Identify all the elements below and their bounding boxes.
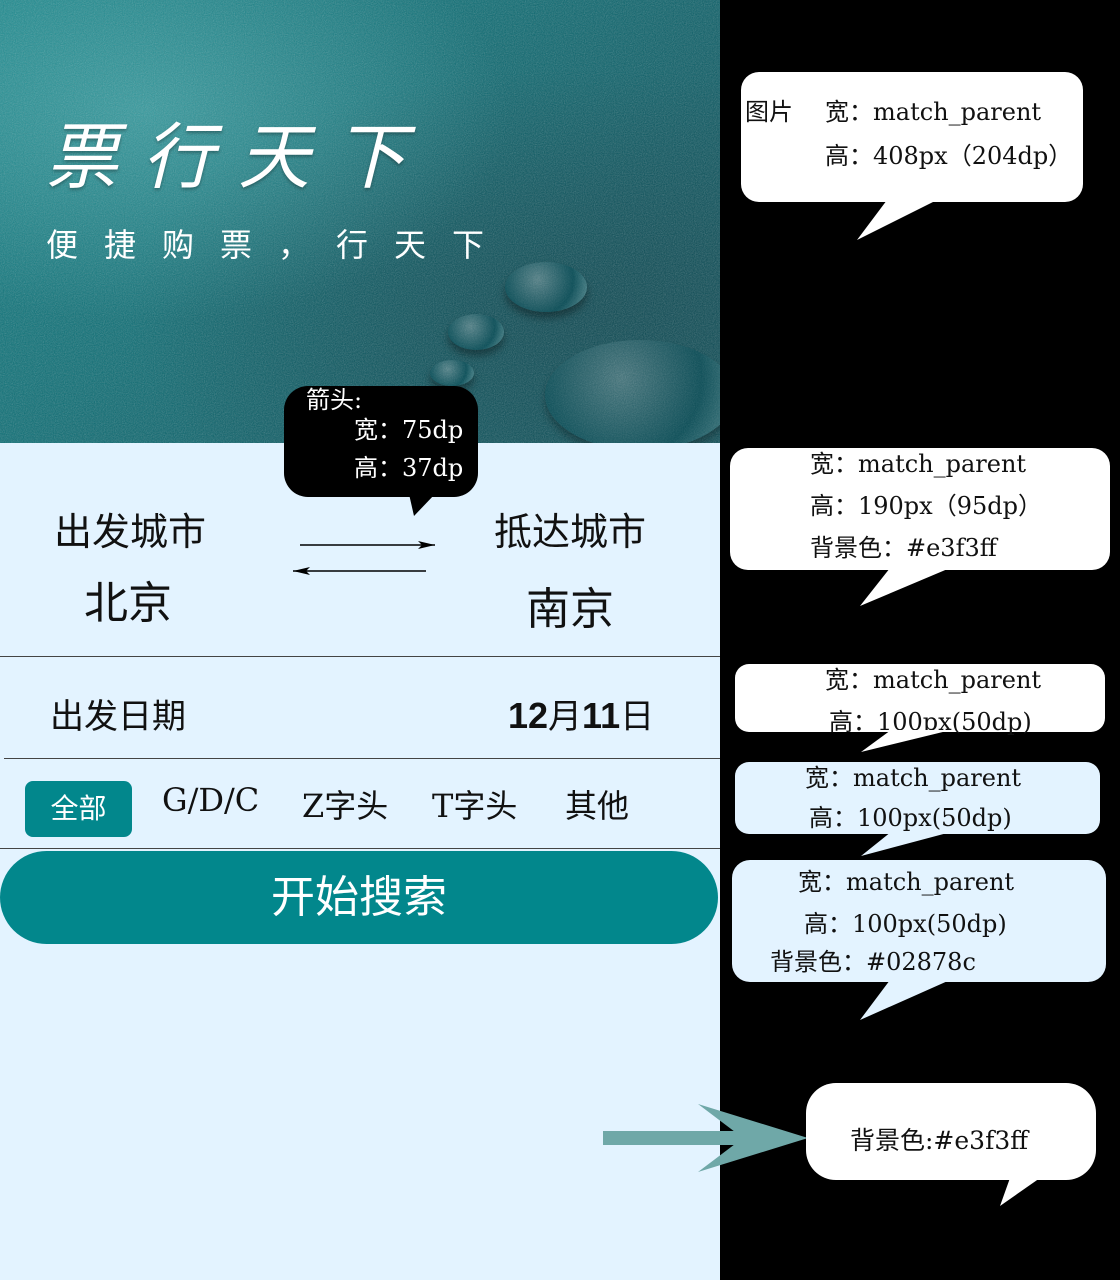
app-screen: 票行天下 便捷购票，行天下 出发城市 北京 抵达城市 南京 出发日期 12月11… [0,0,720,1280]
annotation-image-width: 宽：match_parent [825,98,1042,126]
annotation-image-title: 图片 [745,98,793,126]
departure-date-value[interactable]: 12月11日 [508,689,654,738]
arrival-city-label: 抵达城市 [494,510,647,554]
date-row[interactable]: 出发日期 12月11日 [0,657,720,757]
annotation-filter-block-size: 宽：match_parent 高：100px(50dp) [735,762,1100,856]
annotation-city-block-size: 宽：match_parent 高：190px（95dp） 背景色：#e3f3ff [730,448,1110,606]
annotation-button-bg: 背景色：#02878c [770,948,976,976]
filter-chip-z[interactable]: Z字头 [302,781,388,827]
bubble-tail [860,568,950,606]
annotation-city-width: 宽：match_parent [810,450,1027,478]
annotation-arrow-width: 宽：75dp [354,416,464,444]
water-drop [448,314,504,350]
annotation-date-width: 宽：match_parent [825,666,1042,694]
filter-chip-gdc[interactable]: G/D/C [162,781,259,819]
date-day-unit: 日 [620,697,655,737]
bubble-tail [860,980,950,1020]
annotation-button-block-size: 宽：match_parent 高：100px(50dp) 背景色：#02878c [732,860,1106,1020]
annotation-image-size: 图片 宽：match_parent 高：408px（204dp） [741,72,1083,240]
annotation-page-bg: 背景色:#e3f3ff [806,1083,1096,1206]
bubble-tail [861,832,951,856]
annotation-city-bg: 背景色：#e3f3ff [810,534,997,562]
annotation-city-height: 高：190px（95dp） [810,492,1042,520]
filter-chip-t[interactable]: T字头 [432,781,517,827]
date-day: 11 [582,695,621,736]
departure-date-label: 出发日期 [50,697,186,737]
annotation-arrow-height: 高：37dp [354,454,464,482]
departure-city[interactable]: 北京 [84,567,172,631]
hero-banner-image: 票行天下 便捷购票，行天下 [0,0,720,443]
bubble-tail [857,200,937,240]
date-month-unit: 月 [548,697,583,737]
water-drop [505,262,587,312]
annotation-button-height: 高：100px(50dp) [804,910,1007,938]
water-drop [430,360,474,386]
bubble-tail [1000,1178,1040,1206]
annotation-page-bg-text: 背景色:#e3f3ff [850,1126,1028,1155]
annotation-filter-width: 宽：match_parent [805,764,1022,792]
pointer-arrow-icon [603,1104,808,1172]
arrival-city[interactable]: 南京 [526,573,614,637]
divider [0,848,720,849]
train-type-filter: 全部 G/D/C Z字头 T字头 其他 [0,759,720,849]
bubble-tail [409,494,435,516]
annotation-button-width: 宽：match_parent [798,868,1015,896]
date-month: 12 [508,695,549,736]
hero-title: 票行天下 [46,115,431,199]
filter-chip-all[interactable]: 全部 [25,781,132,837]
hero-subtitle: 便捷购票，行天下 [46,226,511,264]
swap-cities-icon[interactable] [290,535,440,579]
start-search-button[interactable]: 开始搜索 [0,851,718,944]
annotation-arrow-size: 箭头: 宽：75dp 高：37dp [284,386,478,516]
annotation-filter-height: 高：100px(50dp) [809,804,1012,832]
filter-chip-other[interactable]: 其他 [565,781,629,827]
departure-city-label: 出发城市 [54,510,207,554]
bubble-tail [861,730,951,752]
annotation-image-height: 高：408px（204dp） [825,142,1073,170]
annotation-date-block-size: 宽：match_parent 高：100px(50dp) [735,664,1105,752]
